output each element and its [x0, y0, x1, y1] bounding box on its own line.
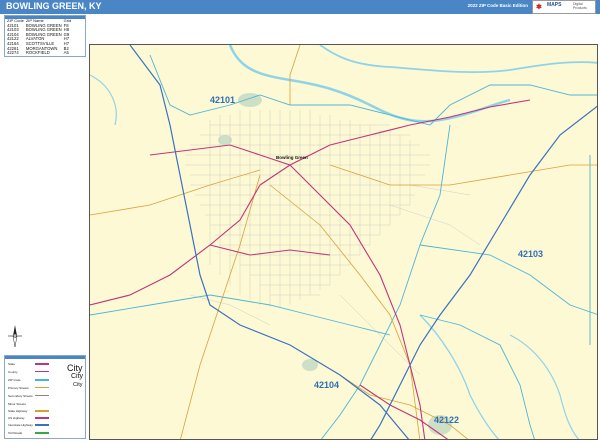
river	[90, 74, 117, 126]
table-row: 42274 ROCKFIELD A5	[7, 51, 73, 56]
primary-streets	[90, 45, 597, 439]
street-map[interactable]	[90, 45, 598, 440]
zip-cell: 42274	[7, 50, 19, 56]
legend-swatch	[35, 410, 49, 412]
river	[319, 45, 597, 74]
legend-label: Primary Streets	[8, 386, 29, 390]
title-bar: BOWLING GREEN, KY 2022 ZIP Code Basic Ed…	[0, 0, 600, 14]
legend-label: Secondary Streets	[8, 394, 33, 398]
legend-swatch	[35, 387, 49, 388]
zip-label-42122[interactable]: 42122	[434, 415, 459, 425]
legend-city-small: City	[73, 382, 83, 388]
legend-swatch	[35, 424, 49, 426]
legend-swatch	[35, 395, 49, 396]
zip-label-42101[interactable]: 42101	[210, 95, 235, 105]
zip-label-42104[interactable]: 42104	[314, 380, 339, 390]
zip-name-cell: ROCKFIELD	[25, 50, 50, 56]
logo-mark-icon: ✱	[536, 4, 542, 11]
publisher-logo[interactable]: ✱ MAPS Digital Products	[532, 0, 596, 14]
legend-label: County	[8, 370, 18, 374]
legend-label: Toll Roads	[8, 431, 23, 435]
grid-cell: A5	[63, 50, 69, 56]
zip-boundary	[90, 54, 597, 439]
legend-label: ZIP Code	[8, 378, 21, 382]
legend-swatch	[35, 371, 49, 372]
legend-label: State	[8, 362, 16, 366]
zip-table: ZIP Code ZIP Name Grid 42101 BOWLING GREE…	[7, 18, 73, 56]
map-canvas[interactable]: 42101 42103 42104 42122 Bowling Green	[89, 44, 598, 440]
map-legend-header	[5, 356, 85, 359]
map-title: BOWLING GREEN, KY	[6, 1, 102, 11]
street-grid	[185, 110, 481, 376]
legend-label: Minor Streets	[8, 402, 26, 406]
legend-swatch	[35, 417, 49, 419]
legend-city-large: City	[67, 363, 83, 373]
legend-swatch	[35, 379, 49, 381]
legend-city-medium: City	[71, 373, 84, 380]
logo-text: MAPS	[547, 2, 562, 8]
zip-label-42103[interactable]: 42103	[518, 249, 543, 259]
legend-label: State Highway	[8, 409, 28, 413]
legend-label: US Highway	[8, 416, 25, 420]
interstate-highway	[129, 45, 597, 439]
map-legend: State County ZIP Code Primary Streets Se…	[4, 355, 86, 439]
compass-rose-icon	[8, 325, 22, 347]
legend-label: Interstate Highway	[8, 423, 33, 427]
zip-code-legend: ZIP Code ZIP Name Grid 42101 BOWLING GREE…	[4, 15, 86, 57]
legend-swatch	[35, 363, 49, 365]
edition-label: 2022 ZIP Code Basic Edition	[467, 3, 528, 8]
city-label-bowling-green[interactable]: Bowling Green	[276, 155, 308, 160]
logo-subtext: Digital Products	[573, 2, 587, 10]
legend-swatch	[35, 432, 49, 434]
